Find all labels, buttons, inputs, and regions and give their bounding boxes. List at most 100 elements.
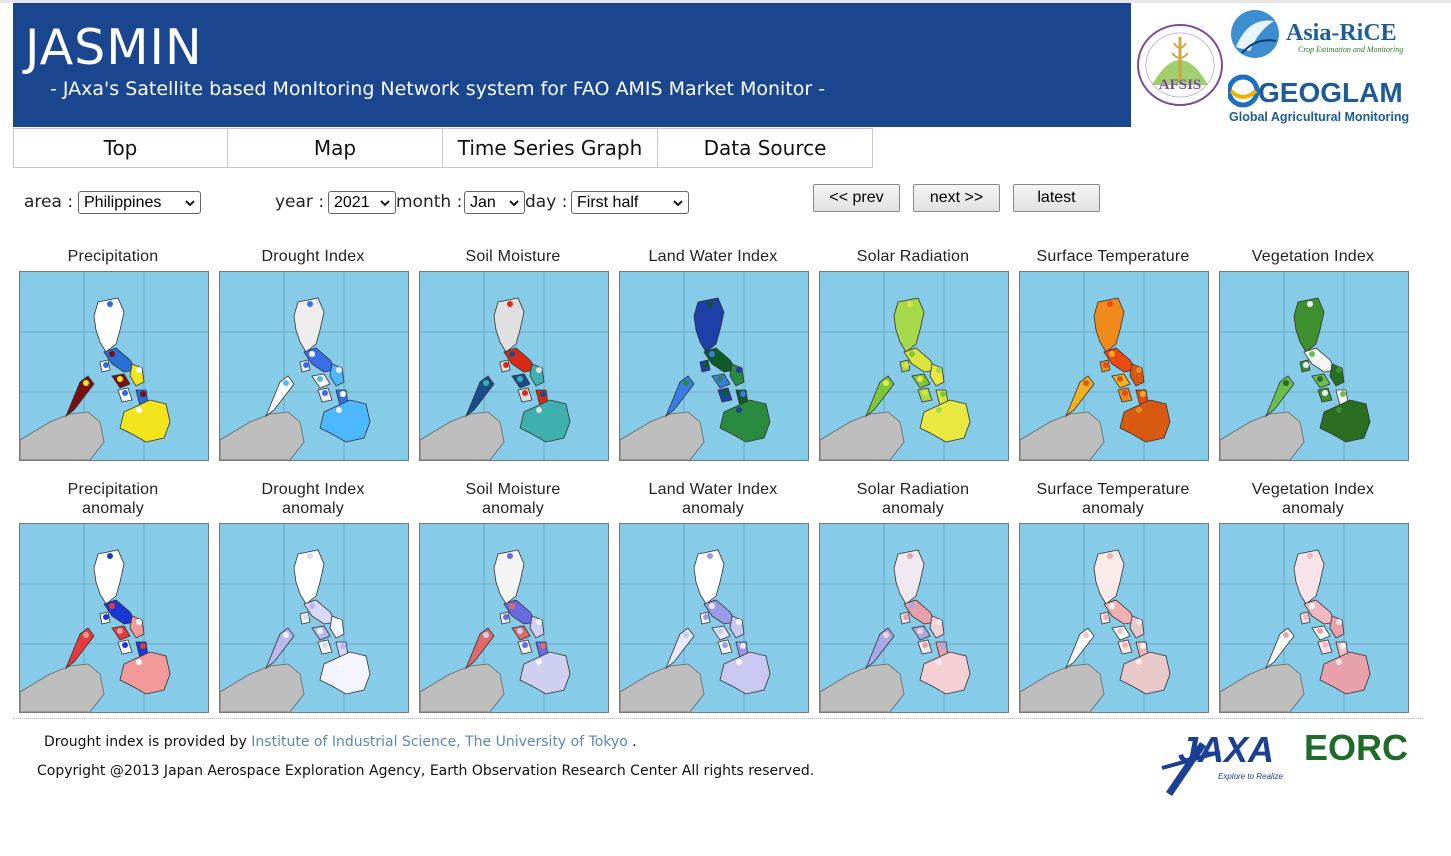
island xyxy=(1065,375,1095,418)
map-speckle xyxy=(683,380,689,386)
tab-time-series-graph[interactable]: Time Series Graph xyxy=(443,128,658,168)
tab-data-source[interactable]: Data Source xyxy=(658,128,873,168)
map-soil-moisture[interactable] xyxy=(419,271,609,461)
map-land-water-index[interactable] xyxy=(619,271,809,461)
day-label: day : xyxy=(525,192,568,212)
iis-utokyo-link[interactable]: Institute of Industrial Science, The Uni… xyxy=(251,734,628,750)
panel-label-line2: anomaly xyxy=(482,500,544,517)
geoglam-logo[interactable]: GEOGLAM Global Agricultural Monitoring xyxy=(1228,69,1418,125)
neighbor-land xyxy=(820,663,905,712)
panel-label: Soil Moisture xyxy=(465,248,561,265)
island xyxy=(1129,615,1145,639)
island xyxy=(1119,399,1171,443)
map-speckle xyxy=(1322,642,1328,648)
year-select-value: 2021 xyxy=(334,194,370,211)
neighbor-land xyxy=(20,411,105,460)
map-speckle xyxy=(717,376,723,382)
map-land-water-index-anomaly[interactable] xyxy=(619,523,809,713)
map-speckle xyxy=(1340,643,1346,649)
panel-label: Vegetation Index xyxy=(1251,248,1375,265)
latest-button[interactable]: latest xyxy=(1013,184,1100,212)
island xyxy=(1119,651,1171,695)
map-speckle xyxy=(1303,614,1309,620)
map-speckle xyxy=(1103,362,1109,368)
tab-top[interactable]: Top xyxy=(13,128,228,168)
island xyxy=(529,363,545,387)
map-graphic xyxy=(20,524,208,712)
panel-label-line2: anomaly xyxy=(1082,500,1144,517)
island xyxy=(1329,363,1345,387)
eorc-logo[interactable]: EORC xyxy=(1302,726,1422,768)
panel-label: Solar Radiation anomaly xyxy=(818,480,1008,518)
map-surface-temperature[interactable] xyxy=(1019,271,1209,461)
map-speckle xyxy=(536,407,542,413)
map-speckle xyxy=(109,351,115,357)
map-solar-radiation[interactable] xyxy=(819,271,1009,461)
map-speckle xyxy=(117,628,123,634)
afsis-logo[interactable]: AFSIS xyxy=(1136,23,1224,107)
map-speckle xyxy=(1109,603,1115,609)
map-speckle xyxy=(1307,301,1313,307)
island xyxy=(929,615,945,639)
drought-credit: Drought index is provided by Institute o… xyxy=(44,734,637,750)
map-drought-index[interactable] xyxy=(219,271,409,461)
map-vegetation-index-anomaly[interactable] xyxy=(1219,523,1409,713)
day-select-value: First half xyxy=(577,194,639,211)
map-drought-index-anomaly[interactable] xyxy=(219,523,409,713)
island xyxy=(1265,627,1295,670)
chevron-down-icon xyxy=(185,199,195,206)
island xyxy=(119,399,171,443)
next-button[interactable]: next >> xyxy=(913,184,1000,212)
jaxa-logo[interactable]: JAXA Explore to Realize xyxy=(1160,722,1290,796)
map-vegetation-index[interactable] xyxy=(1219,271,1409,461)
map-speckle xyxy=(322,642,328,648)
map-speckle xyxy=(683,632,689,638)
map-speckle xyxy=(336,367,342,373)
tab-map[interactable]: Map xyxy=(228,128,443,168)
map-precipitation[interactable] xyxy=(19,271,209,461)
day-select[interactable]: First half xyxy=(571,191,689,214)
year-select[interactable]: 2021 xyxy=(328,191,396,214)
island xyxy=(919,399,971,443)
app-subtitle: - JAxa's Satellite based MonItoring Netw… xyxy=(50,78,826,100)
map-speckle xyxy=(709,603,715,609)
map-graphic xyxy=(820,272,1008,460)
map-speckle xyxy=(503,614,509,620)
panel-label-line1: Vegetation Index xyxy=(1251,481,1375,498)
area-select[interactable]: Philippines xyxy=(78,191,201,214)
map-surface-temperature-anomaly[interactable] xyxy=(1019,523,1209,713)
island xyxy=(265,627,295,670)
panel-label: Drought Index anomaly xyxy=(218,480,408,518)
map-speckle xyxy=(507,301,513,307)
map-precipitation-anomaly[interactable] xyxy=(19,523,209,713)
month-select-value: Jan xyxy=(470,194,496,211)
map-speckle xyxy=(917,628,923,634)
map-graphic xyxy=(620,272,808,460)
map-speckle xyxy=(540,391,546,397)
map-soil-moisture-anomaly[interactable] xyxy=(419,523,609,713)
map-speckle xyxy=(509,603,515,609)
map-graphic xyxy=(820,524,1008,712)
map-speckle xyxy=(103,362,109,368)
map-solar-radiation-anomaly[interactable] xyxy=(819,523,1009,713)
main-nav: Top Map Time Series Graph Data Source xyxy=(13,128,873,168)
prev-button[interactable]: << prev xyxy=(813,184,900,212)
map-graphic xyxy=(1020,272,1208,460)
map-speckle xyxy=(309,351,315,357)
neighbor-land xyxy=(1020,663,1105,712)
map-speckle xyxy=(1107,553,1113,559)
map-speckle xyxy=(136,619,142,625)
map-speckle xyxy=(140,643,146,649)
tab-data-source-label: Data Source xyxy=(703,136,827,160)
asia-rice-logo[interactable]: Asia-RiCE Crop Estimation and Monitoring xyxy=(1228,7,1418,63)
map-speckle xyxy=(740,643,746,649)
neighbor-land xyxy=(420,411,505,460)
month-select[interactable]: Jan xyxy=(464,191,525,214)
map-graphic xyxy=(20,272,208,460)
island xyxy=(65,627,95,670)
map-speckle xyxy=(907,553,913,559)
map-speckle xyxy=(1117,628,1123,634)
map-speckle xyxy=(707,553,713,559)
header-banner: JASMIN - JAxa's Satellite based MonItori… xyxy=(13,3,1131,127)
island xyxy=(929,363,945,387)
